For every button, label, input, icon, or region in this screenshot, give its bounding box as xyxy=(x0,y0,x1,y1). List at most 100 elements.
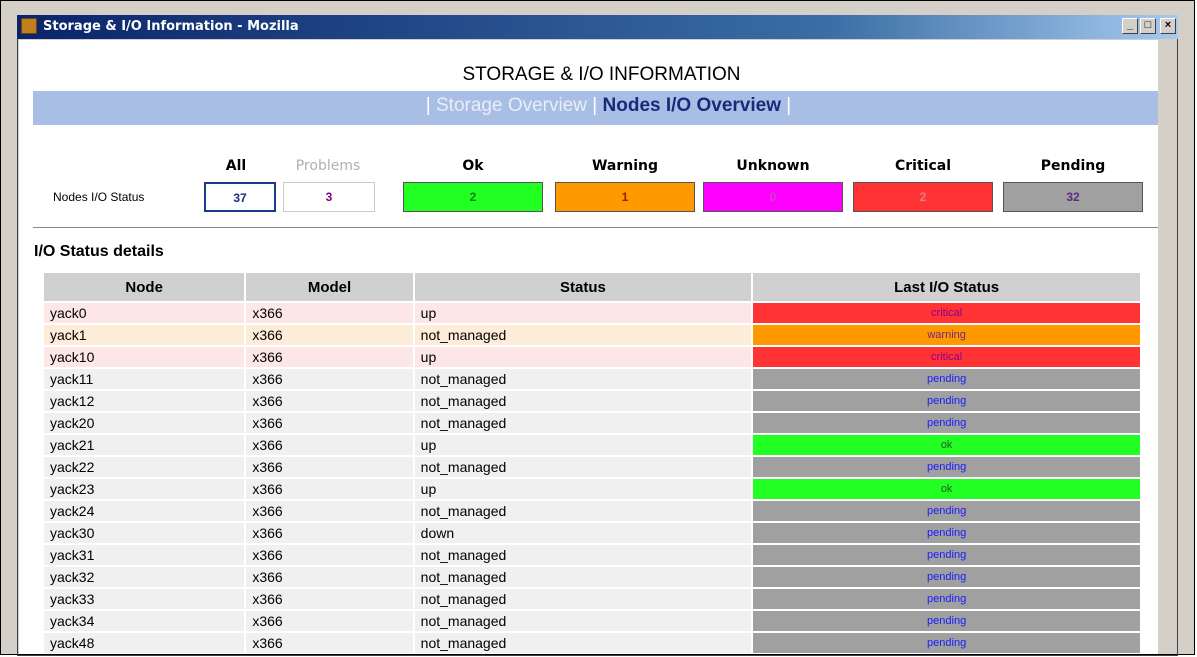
table-row: yack32 x366 not_managed pending xyxy=(44,567,1140,589)
nav-storage-overview-link[interactable]: Storage Overview xyxy=(436,95,587,116)
status-text-cell: not_managed xyxy=(414,413,752,435)
status-text-cell: up xyxy=(414,435,752,457)
table-row: yack34 x366 not_managed pending xyxy=(44,611,1140,633)
nodes-io-status-summary: All Problems Ok Warning Unknown Critical… xyxy=(33,152,1158,222)
status-text-cell: not_managed xyxy=(414,325,752,347)
status-text-cell: not_managed xyxy=(414,589,752,611)
nav-links: | Storage Overview | Nodes I/O Overview … xyxy=(33,95,1158,117)
column-header-last-io-status[interactable]: Last I/O Status xyxy=(753,273,1140,303)
table-row: yack22 x366 not_managed pending xyxy=(44,457,1140,479)
model-cell: x366 xyxy=(246,457,413,479)
table-row: yack24 x366 not_managed pending xyxy=(44,501,1140,523)
mozilla-app-icon[interactable] xyxy=(21,18,37,34)
close-button[interactable]: × xyxy=(1160,18,1176,34)
model-cell: x366 xyxy=(246,391,413,413)
node-cell: yack10 xyxy=(44,347,245,369)
table-row: yack12 x366 not_managed pending xyxy=(44,391,1140,413)
summary-header-ok: Ok xyxy=(462,158,484,174)
node-cell: yack20 xyxy=(44,413,245,435)
model-cell: x366 xyxy=(246,633,413,654)
node-cell: yack1 xyxy=(44,325,245,347)
summary-all-count[interactable]: 37 xyxy=(204,182,276,212)
last-io-status-cell[interactable]: pending xyxy=(753,501,1140,523)
model-cell: x366 xyxy=(246,479,413,501)
column-header-status[interactable]: Status xyxy=(414,273,752,303)
last-io-status-cell[interactable]: ok xyxy=(753,435,1140,457)
status-text-cell: not_managed xyxy=(414,567,752,589)
model-cell: x366 xyxy=(246,611,413,633)
model-cell: x366 xyxy=(246,501,413,523)
summary-pending-count[interactable]: 32 xyxy=(1003,182,1143,212)
status-text-cell: up xyxy=(414,303,752,325)
model-cell: x366 xyxy=(246,567,413,589)
node-cell: yack0 xyxy=(44,303,245,325)
status-text-cell: up xyxy=(414,479,752,501)
last-io-status-cell[interactable]: pending xyxy=(753,369,1140,391)
model-cell: x366 xyxy=(246,413,413,435)
io-status-details-title: I/O Status details xyxy=(34,243,164,260)
status-text-cell: down xyxy=(414,523,752,545)
summary-header-critical: Critical xyxy=(894,158,951,174)
nav-separator: | xyxy=(425,95,431,116)
minimize-button[interactable]: _ xyxy=(1122,18,1138,34)
table-row: yack23 x366 up ok xyxy=(44,479,1140,501)
column-header-model[interactable]: Model xyxy=(246,273,413,303)
last-io-status-cell[interactable]: warning xyxy=(753,325,1140,347)
last-io-status-cell[interactable]: pending xyxy=(753,413,1140,435)
table-row: yack10 x366 up critical xyxy=(44,347,1140,369)
page-title: STORAGE & I/O INFORMATION xyxy=(462,64,741,85)
last-io-status-cell[interactable]: pending xyxy=(753,545,1140,567)
column-header-node[interactable]: Node xyxy=(44,273,245,303)
summary-header-problems: Problems xyxy=(295,158,361,174)
table-row: yack31 x366 not_managed pending xyxy=(44,545,1140,567)
summary-header-pending: Pending xyxy=(1040,158,1106,174)
summary-problems-count[interactable]: 3 xyxy=(283,182,375,212)
model-cell: x366 xyxy=(246,589,413,611)
model-cell: x366 xyxy=(246,325,413,347)
last-io-status-cell[interactable]: pending xyxy=(753,523,1140,545)
table-row: yack48 x366 not_managed pending xyxy=(44,633,1140,654)
node-cell: yack11 xyxy=(44,369,245,391)
section-divider xyxy=(33,227,1158,228)
table-row: yack1 x366 not_managed warning xyxy=(44,325,1140,347)
node-cell: yack34 xyxy=(44,611,245,633)
maximize-button[interactable]: □ xyxy=(1140,18,1156,34)
window-title: Storage & I/O Information - Mozilla xyxy=(43,19,299,34)
io-status-details-table: Node Model Status Last I/O Status yack0 x… xyxy=(42,273,1142,654)
summary-unknown-count[interactable]: 0 xyxy=(703,182,843,212)
page-content: STORAGE & I/O INFORMATION | Storage Over… xyxy=(19,40,1158,654)
nav-separator: | xyxy=(786,95,792,116)
table-header-row: Node Model Status Last I/O Status xyxy=(44,273,1140,303)
nav-separator: | xyxy=(592,95,598,116)
last-io-status-cell[interactable]: critical xyxy=(753,347,1140,369)
summary-warning-count[interactable]: 1 xyxy=(555,182,695,212)
last-io-status-cell[interactable]: pending xyxy=(753,589,1140,611)
summary-critical-count[interactable]: 2 xyxy=(853,182,993,212)
last-io-status-cell[interactable]: pending xyxy=(753,611,1140,633)
model-cell: x366 xyxy=(246,523,413,545)
status-text-cell: not_managed xyxy=(414,611,752,633)
model-cell: x366 xyxy=(246,369,413,391)
node-cell: yack21 xyxy=(44,435,245,457)
browser-window: Storage & I/O Information - Mozilla _ □ … xyxy=(0,0,1195,656)
table-row: yack11 x366 not_managed pending xyxy=(44,369,1140,391)
model-cell: x366 xyxy=(246,545,413,567)
table-row: yack21 x366 up ok xyxy=(44,435,1140,457)
last-io-status-cell[interactable]: pending xyxy=(753,567,1140,589)
node-cell: yack30 xyxy=(44,523,245,545)
status-text-cell: not_managed xyxy=(414,633,752,654)
last-io-status-cell[interactable]: pending xyxy=(753,457,1140,479)
last-io-status-cell[interactable]: critical xyxy=(753,303,1140,325)
status-text-cell: up xyxy=(414,347,752,369)
nav-nodes-io-overview-link[interactable]: Nodes I/O Overview xyxy=(603,95,781,116)
last-io-status-cell[interactable]: pending xyxy=(753,391,1140,413)
last-io-status-cell[interactable]: pending xyxy=(753,633,1140,654)
status-text-cell: not_managed xyxy=(414,457,752,479)
title-bar[interactable]: Storage & I/O Information - Mozilla _ □ … xyxy=(17,15,1178,39)
node-cell: yack24 xyxy=(44,501,245,523)
table-row: yack0 x366 up critical xyxy=(44,303,1140,325)
nodes-io-status-label: Nodes I/O Status xyxy=(53,190,145,204)
status-text-cell: not_managed xyxy=(414,369,752,391)
last-io-status-cell[interactable]: ok xyxy=(753,479,1140,501)
summary-ok-count[interactable]: 2 xyxy=(403,182,543,212)
